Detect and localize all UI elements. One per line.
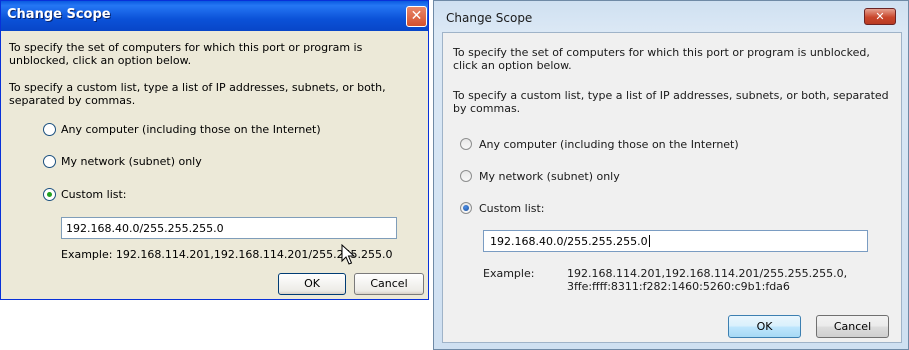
radio-selected-dot: [463, 205, 469, 211]
vista-ok-button[interactable]: OK: [728, 315, 801, 338]
vista-example-line-2: 3ffe:ffff:8311:f282:1460:5260:c9b1:fda6: [567, 280, 790, 293]
text-caret-icon: [648, 235, 650, 247]
radio-button-selected[interactable]: [43, 188, 56, 201]
vista-custom-list-value: 192.168.40.0/255.255.255.0: [490, 235, 648, 248]
radio-selected-dot: [47, 192, 52, 197]
vista-custom-list-instructions: To specify a custom list, type a list of…: [453, 89, 889, 115]
xp-custom-list-instructions: To specify a custom list, type a list of…: [9, 81, 386, 107]
xp-cancel-button[interactable]: Cancel: [354, 273, 424, 295]
vista-example-label: Example:: [483, 267, 535, 280]
xp-custom-list-value: 192.168.40.0/255.255.255.0: [66, 222, 224, 235]
vista-cancel-button[interactable]: Cancel: [816, 315, 889, 338]
close-icon: ✕: [875, 10, 885, 23]
xp-option-label: Custom list:: [61, 188, 127, 201]
xp-title-bar[interactable]: Change Scope ✕: [1, 1, 428, 31]
vista-dialog-body: To specify the set of computers for whic…: [442, 32, 902, 343]
vista-option-label: My network (subnet) only: [479, 170, 620, 183]
xp-change-scope-dialog: Change Scope ✕ To specify the set of com…: [0, 0, 429, 300]
close-icon: ✕: [410, 8, 423, 24]
xp-ok-button[interactable]: OK: [278, 273, 346, 295]
vista-intro-text: To specify the set of computers for whic…: [453, 46, 870, 72]
xp-custom-list-input[interactable]: 192.168.40.0/255.255.255.0: [61, 217, 397, 239]
radio-button[interactable]: [43, 155, 56, 168]
xp-option-label: My network (subnet) only: [61, 155, 202, 168]
vista-change-scope-dialog: Change Scope ✕ To specify the set of com…: [433, 0, 909, 350]
vista-dialog-title: Change Scope: [446, 11, 533, 25]
xp-dialog-title: Change Scope: [7, 7, 111, 22]
radio-button[interactable]: [460, 138, 472, 150]
radio-button-selected[interactable]: [460, 202, 472, 214]
vista-close-button[interactable]: ✕: [864, 8, 896, 25]
vista-custom-list-input[interactable]: 192.168.40.0/255.255.255.0: [483, 230, 868, 252]
mouse-cursor-icon: [341, 244, 356, 265]
radio-button[interactable]: [460, 170, 472, 182]
xp-intro-text: To specify the set of computers for whic…: [9, 41, 363, 67]
radio-button[interactable]: [43, 123, 56, 136]
xp-close-button[interactable]: ✕: [406, 6, 427, 27]
vista-example-line-1: 192.168.114.201,192.168.114.201/255.255.…: [567, 267, 848, 280]
xp-option-label: Any computer (including those on the Int…: [61, 123, 321, 136]
vista-option-label: Custom list:: [479, 202, 545, 215]
vista-option-label: Any computer (including those on the Int…: [479, 138, 739, 151]
